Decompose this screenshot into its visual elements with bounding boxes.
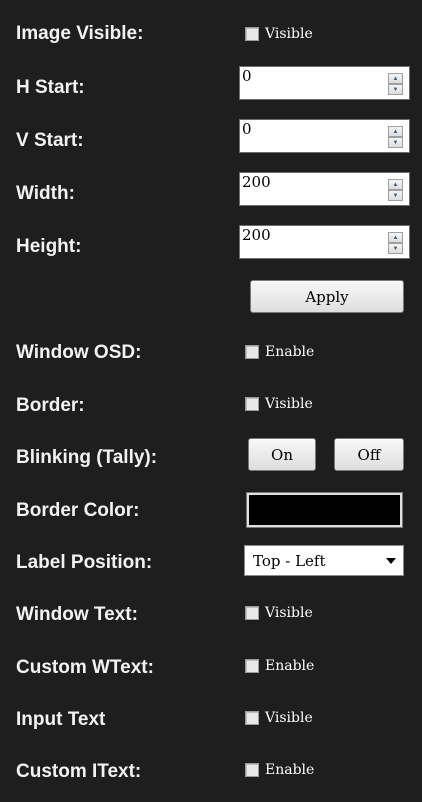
width-spinner[interactable]: ▲ ▼ [239,172,410,206]
border-checkbox[interactable]: Visible [245,395,313,413]
down-arrow-icon[interactable]: ▼ [388,243,403,254]
custom-wtext-checkbox[interactable]: Enable [245,657,314,675]
blinking-label: Blinking (Tally): [16,447,158,468]
border-color-swatch[interactable] [246,492,403,528]
v-start-input[interactable] [240,120,378,152]
h-start-spinner[interactable]: ▲ ▼ [239,66,410,100]
height-spinner[interactable]: ▲ ▼ [239,225,410,259]
up-arrow-icon[interactable]: ▲ [388,126,403,137]
input-text-checkbox[interactable]: Visible [245,709,313,727]
window-text-label: Window Text: [16,604,138,625]
window-osd-label: Window OSD: [16,342,142,363]
width-input[interactable] [240,173,378,205]
custom-itext-label: Custom IText: [16,761,142,782]
width-label: Width: [16,183,75,204]
height-input[interactable] [240,226,378,258]
up-arrow-icon[interactable]: ▲ [388,73,403,84]
border-label: Border: [16,395,85,416]
h-start-stepper[interactable]: ▲ ▼ [388,73,403,95]
up-arrow-icon[interactable]: ▲ [388,179,403,190]
checkbox-box[interactable] [245,345,259,359]
chevron-down-icon[interactable] [386,558,396,564]
checkbox-box[interactable] [245,763,259,777]
down-arrow-icon[interactable]: ▼ [388,190,403,201]
border-color-label: Border Color: [16,500,140,521]
checkbox-box[interactable] [245,606,259,620]
window-text-checkbox[interactable]: Visible [245,604,313,622]
custom-itext-checkbox-label: Enable [265,762,315,778]
label-position-label: Label Position: [16,552,153,573]
checkbox-box[interactable] [245,711,259,725]
custom-wtext-label: Custom WText: [16,657,154,678]
checkbox-box[interactable] [245,27,259,41]
custom-itext-checkbox[interactable]: Enable [245,761,314,779]
image-visible-label: Image Visible: [16,23,144,44]
window-osd-checkbox[interactable]: Enable [245,343,314,361]
apply-button[interactable]: Apply [250,280,404,313]
height-stepper[interactable]: ▲ ▼ [388,232,403,254]
up-arrow-icon[interactable]: ▲ [388,232,403,243]
h-start-input[interactable] [240,67,378,99]
image-visible-checkbox-label: Visible [265,26,313,42]
label-position-value: Top - Left [253,551,326,570]
window-osd-checkbox-label: Enable [265,344,315,360]
checkbox-box[interactable] [245,659,259,673]
label-position-select[interactable]: Top - Left [244,545,404,576]
v-start-stepper[interactable]: ▲ ▼ [388,126,403,148]
v-start-spinner[interactable]: ▲ ▼ [239,119,410,153]
blinking-off-button[interactable]: Off [334,438,404,471]
checkbox-box[interactable] [245,397,259,411]
blinking-on-button[interactable]: On [248,438,316,471]
down-arrow-icon[interactable]: ▼ [388,84,403,95]
v-start-label: V Start: [16,130,84,151]
settings-panel: Image Visible: Visible H Start: ▲ ▼ V St… [0,0,422,802]
down-arrow-icon[interactable]: ▼ [388,137,403,148]
h-start-label: H Start: [16,77,85,98]
input-text-label: Input Text [16,709,106,730]
input-text-checkbox-label: Visible [265,710,313,726]
height-label: Height: [16,236,82,257]
window-text-checkbox-label: Visible [265,605,313,621]
custom-wtext-checkbox-label: Enable [265,658,315,674]
image-visible-checkbox[interactable]: Visible [245,25,313,43]
border-checkbox-label: Visible [265,396,313,412]
width-stepper[interactable]: ▲ ▼ [388,179,403,201]
